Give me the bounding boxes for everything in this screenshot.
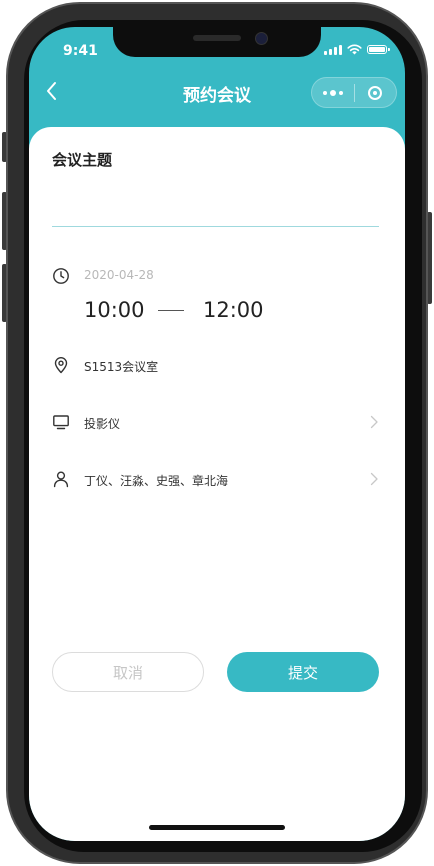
location-pin-icon [54,357,68,374]
attendees-value[interactable]: 丁仪、汪淼、史强、章北海 [84,472,228,489]
start-time[interactable]: 10:00 [84,298,145,322]
booking-form-card: 会议主题 2020-04-28 10:00 12:00 S1513会议室 投影仪 [29,127,405,841]
subject-label: 会议主题 [52,151,113,169]
cellular-signal-icon [324,44,342,55]
speaker-grille [193,35,241,41]
more-dots-icon[interactable] [312,78,354,107]
mini-program-capsule [311,77,397,108]
clock-icon [53,268,69,284]
meeting-date[interactable]: 2020-04-28 [84,268,154,282]
status-time: 9:41 [63,43,98,59]
monitor-icon [53,415,69,430]
chevron-right-icon[interactable] [369,472,379,486]
home-indicator[interactable] [149,825,285,830]
screen: 9:41 预约会议 会议主题 2020-04-28 10:00 12:00 S1… [29,27,405,841]
subject-input[interactable] [52,183,379,227]
front-camera [255,32,268,45]
battery-icon [367,45,390,54]
cancel-button[interactable]: 取消 [52,652,204,692]
phone-frame: 9:41 预约会议 会议主题 2020-04-28 10:00 12:00 S1… [0,0,434,866]
end-time[interactable]: 12:00 [203,298,264,322]
equipment-value[interactable]: 投影仪 [84,415,120,432]
person-icon [53,471,69,488]
wifi-icon [347,44,362,55]
submit-button[interactable]: 提交 [227,652,379,692]
chevron-right-icon[interactable] [369,415,379,429]
notch [113,27,321,57]
target-close-icon[interactable] [354,78,396,107]
status-icons [324,44,390,55]
meeting-room: S1513会议室 [84,360,159,374]
time-range-dash [158,310,184,311]
